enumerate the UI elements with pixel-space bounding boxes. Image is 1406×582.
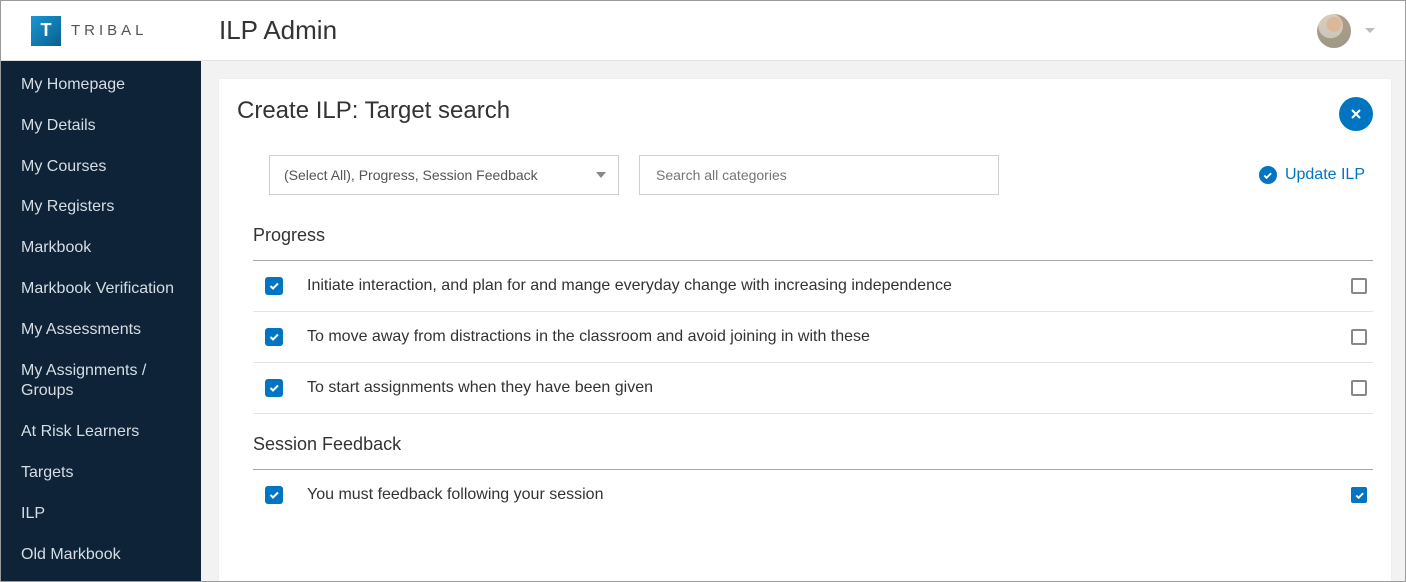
panel-title: Create ILP: Target search [237, 97, 1373, 125]
category-select[interactable]: (Select All), Progress, Session Feedback [269, 155, 619, 195]
row-left-checkbox[interactable] [265, 379, 283, 397]
update-ilp-button[interactable]: Update ILP [1259, 166, 1365, 184]
sidebar-item-my-assessments[interactable]: My Assessments [1, 310, 201, 351]
category-select-value: (Select All), Progress, Session Feedback [284, 167, 538, 183]
page-title: ILP Admin [219, 15, 337, 46]
row-right-checkbox[interactable] [1351, 487, 1367, 503]
brand-word: TRIBAL [71, 22, 148, 39]
check-icon [268, 331, 280, 343]
row-left-checkbox[interactable] [265, 328, 283, 346]
close-icon [1348, 106, 1364, 122]
sidebar-item-my-courses[interactable]: My Courses [1, 147, 201, 188]
sidebar-item-markbook-verification[interactable]: Markbook Verification [1, 269, 201, 310]
target-row: Initiate interaction, and plan for and m… [253, 261, 1373, 312]
user-menu[interactable] [1317, 14, 1375, 48]
brand-tile-icon: T [31, 16, 61, 46]
close-button[interactable] [1339, 97, 1373, 131]
sidebar-item-markbook[interactable]: Markbook [1, 228, 201, 269]
filter-row: (Select All), Progress, Session Feedback… [269, 155, 1373, 195]
search-box[interactable] [639, 155, 999, 195]
chevron-down-icon [1365, 28, 1375, 33]
check-icon [268, 280, 280, 292]
content-area: Create ILP: Target search (Select All), … [201, 61, 1405, 581]
target-text: You must feedback following your session [307, 486, 1351, 504]
target-text: Initiate interaction, and plan for and m… [307, 277, 1351, 295]
check-icon [268, 382, 280, 394]
target-row: To start assignments when they have been… [253, 363, 1373, 414]
section-session-feedback: Session Feedback You must feedback follo… [253, 434, 1373, 520]
check-circle-icon [1259, 166, 1277, 184]
sidebar-item-my-registers[interactable]: My Registers [1, 187, 201, 228]
check-icon [268, 489, 280, 501]
row-left-checkbox[interactable] [265, 486, 283, 504]
sidebar-item-my-assignments-groups[interactable]: My Assignments / Groups [1, 351, 201, 413]
sidebar-item-my-homepage[interactable]: My Homepage [1, 65, 201, 106]
row-right-checkbox[interactable] [1351, 329, 1367, 345]
sidebar: My Homepage My Details My Courses My Reg… [1, 61, 201, 581]
target-text: To start assignments when they have been… [307, 379, 1351, 397]
chevron-down-icon [596, 172, 606, 178]
sidebar-item-targets[interactable]: Targets [1, 453, 201, 494]
sidebar-item-ilp[interactable]: ILP [1, 494, 201, 535]
section-progress: Progress Initiate interaction, and plan … [253, 225, 1373, 414]
target-row: You must feedback following your session [253, 470, 1373, 520]
top-bar: T TRIBAL ILP Admin [1, 1, 1405, 61]
panel: Create ILP: Target search (Select All), … [219, 79, 1391, 581]
section-title: Progress [253, 225, 1373, 260]
check-icon [1354, 490, 1365, 501]
sidebar-item-my-details[interactable]: My Details [1, 106, 201, 147]
section-title: Session Feedback [253, 434, 1373, 469]
update-ilp-label: Update ILP [1285, 166, 1365, 184]
row-right-checkbox[interactable] [1351, 380, 1367, 396]
sidebar-item-old-markbook[interactable]: Old Markbook [1, 535, 201, 576]
row-right-checkbox[interactable] [1351, 278, 1367, 294]
target-text: To move away from distractions in the cl… [307, 328, 1351, 346]
sidebar-item-at-risk-learners[interactable]: At Risk Learners [1, 412, 201, 453]
avatar [1317, 14, 1351, 48]
row-left-checkbox[interactable] [265, 277, 283, 295]
search-input[interactable] [654, 166, 984, 184]
brand-block: T TRIBAL [31, 16, 219, 46]
target-row: To move away from distractions in the cl… [253, 312, 1373, 363]
